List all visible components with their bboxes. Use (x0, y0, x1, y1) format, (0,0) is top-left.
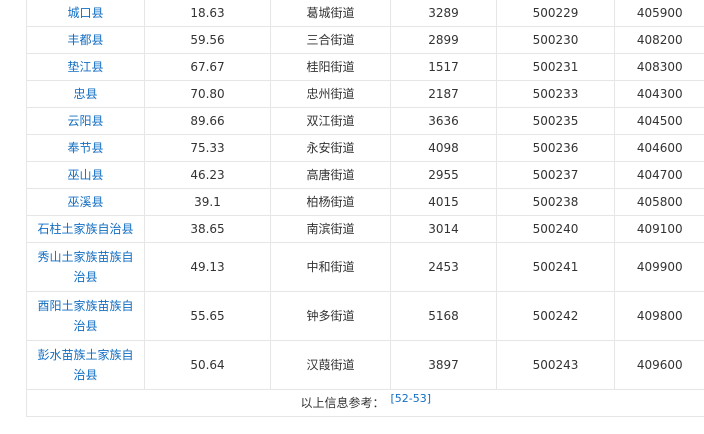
table-row: 垫江县 67.67 桂阳街道 1517 500231 408300 (26, 53, 704, 81)
page: 城口县 18.63 葛城街道 3289 500229 405900 丰都县 59… (0, 0, 704, 434)
postal-cell: 409100 (614, 215, 704, 243)
area-cell: 67.67 (144, 53, 271, 81)
table-row: 秀山土家族苗族自治县 49.13 中和街道 2453 500241 409900 (26, 242, 704, 292)
county-link[interactable]: 酉阳土家族苗族自治县 (26, 291, 145, 341)
seat-cell: 汉葭街道 (270, 340, 391, 390)
postal-cell: 408200 (614, 26, 704, 54)
code-cell: 500230 (496, 26, 615, 54)
table-row: 忠县 70.80 忠州街道 2187 500233 404300 (26, 80, 704, 108)
population-cell: 3897 (390, 340, 497, 390)
postal-cell: 409600 (614, 340, 704, 390)
seat-cell: 高唐街道 (270, 161, 391, 189)
postal-cell: 404300 (614, 80, 704, 108)
population-cell: 1517 (390, 53, 497, 81)
code-cell: 500242 (496, 291, 615, 341)
area-cell: 18.63 (144, 0, 271, 27)
reference-cell: 以上信息参考： [52-53] (26, 389, 704, 417)
area-cell: 38.65 (144, 215, 271, 243)
area-cell: 70.80 (144, 80, 271, 108)
county-link[interactable]: 垫江县 (26, 53, 145, 81)
table-row: 巫溪县 39.1 柏杨街道 4015 500238 405800 (26, 188, 704, 216)
seat-cell: 南滨街道 (270, 215, 391, 243)
table-footer-row: 以上信息参考： [52-53] (26, 389, 704, 417)
county-link[interactable]: 石柱土家族自治县 (26, 215, 145, 243)
area-cell: 55.65 (144, 291, 271, 341)
area-cell: 89.66 (144, 107, 271, 135)
county-link[interactable]: 彭水苗族土家族自治县 (26, 340, 145, 390)
county-link[interactable]: 巫溪县 (26, 188, 145, 216)
population-cell: 3636 (390, 107, 497, 135)
county-link[interactable]: 巫山县 (26, 161, 145, 189)
seat-cell: 桂阳街道 (270, 53, 391, 81)
seat-cell: 中和街道 (270, 242, 391, 292)
seat-cell: 忠州街道 (270, 80, 391, 108)
area-cell: 50.64 (144, 340, 271, 390)
postal-cell: 405900 (614, 0, 704, 27)
postal-cell: 409800 (614, 291, 704, 341)
postal-cell: 408300 (614, 53, 704, 81)
seat-cell: 钟多街道 (270, 291, 391, 341)
code-cell: 500243 (496, 340, 615, 390)
area-cell: 49.13 (144, 242, 271, 292)
postal-cell: 405800 (614, 188, 704, 216)
table-row: 云阳县 89.66 双江街道 3636 500235 404500 (26, 107, 704, 135)
population-cell: 2187 (390, 80, 497, 108)
code-cell: 500240 (496, 215, 615, 243)
county-link[interactable]: 秀山土家族苗族自治县 (26, 242, 145, 292)
area-cell: 59.56 (144, 26, 271, 54)
county-link[interactable]: 忠县 (26, 80, 145, 108)
postal-cell: 404600 (614, 134, 704, 162)
population-cell: 4015 (390, 188, 497, 216)
table-row: 奉节县 75.33 永安街道 4098 500236 404600 (26, 134, 704, 162)
code-cell: 500229 (496, 0, 615, 27)
code-cell: 500231 (496, 53, 615, 81)
population-cell: 2453 (390, 242, 497, 292)
county-link[interactable]: 丰都县 (26, 26, 145, 54)
postal-cell: 409900 (614, 242, 704, 292)
seat-cell: 永安街道 (270, 134, 391, 162)
area-cell: 46.23 (144, 161, 271, 189)
reference-link[interactable]: [52-53] (390, 392, 431, 405)
code-cell: 500235 (496, 107, 615, 135)
county-table: 城口县 18.63 葛城街道 3289 500229 405900 丰都县 59… (26, 0, 704, 417)
reference-label: 以上信息参考： (300, 395, 385, 410)
county-link[interactable]: 城口县 (26, 0, 145, 27)
seat-cell: 双江街道 (270, 107, 391, 135)
seat-cell: 柏杨街道 (270, 188, 391, 216)
table-row: 彭水苗族土家族自治县 50.64 汉葭街道 3897 500243 409600 (26, 340, 704, 390)
population-cell: 3014 (390, 215, 497, 243)
code-cell: 500236 (496, 134, 615, 162)
population-cell: 2899 (390, 26, 497, 54)
county-link[interactable]: 云阳县 (26, 107, 145, 135)
county-link[interactable]: 奉节县 (26, 134, 145, 162)
table-row: 城口县 18.63 葛城街道 3289 500229 405900 (26, 0, 704, 27)
population-cell: 3289 (390, 0, 497, 27)
area-cell: 75.33 (144, 134, 271, 162)
code-cell: 500233 (496, 80, 615, 108)
population-cell: 2955 (390, 161, 497, 189)
table-row: 巫山县 46.23 高唐街道 2955 500237 404700 (26, 161, 704, 189)
area-cell: 39.1 (144, 188, 271, 216)
table-row: 酉阳土家族苗族自治县 55.65 钟多街道 5168 500242 409800 (26, 291, 704, 341)
county-table-body: 城口县 18.63 葛城街道 3289 500229 405900 丰都县 59… (26, 0, 704, 417)
table-row: 石柱土家族自治县 38.65 南滨街道 3014 500240 409100 (26, 215, 704, 243)
population-cell: 5168 (390, 291, 497, 341)
code-cell: 500237 (496, 161, 615, 189)
code-cell: 500238 (496, 188, 615, 216)
seat-cell: 三合街道 (270, 26, 391, 54)
seat-cell: 葛城街道 (270, 0, 391, 27)
code-cell: 500241 (496, 242, 615, 292)
postal-cell: 404500 (614, 107, 704, 135)
postal-cell: 404700 (614, 161, 704, 189)
population-cell: 4098 (390, 134, 497, 162)
table-row: 丰都县 59.56 三合街道 2899 500230 408200 (26, 26, 704, 54)
